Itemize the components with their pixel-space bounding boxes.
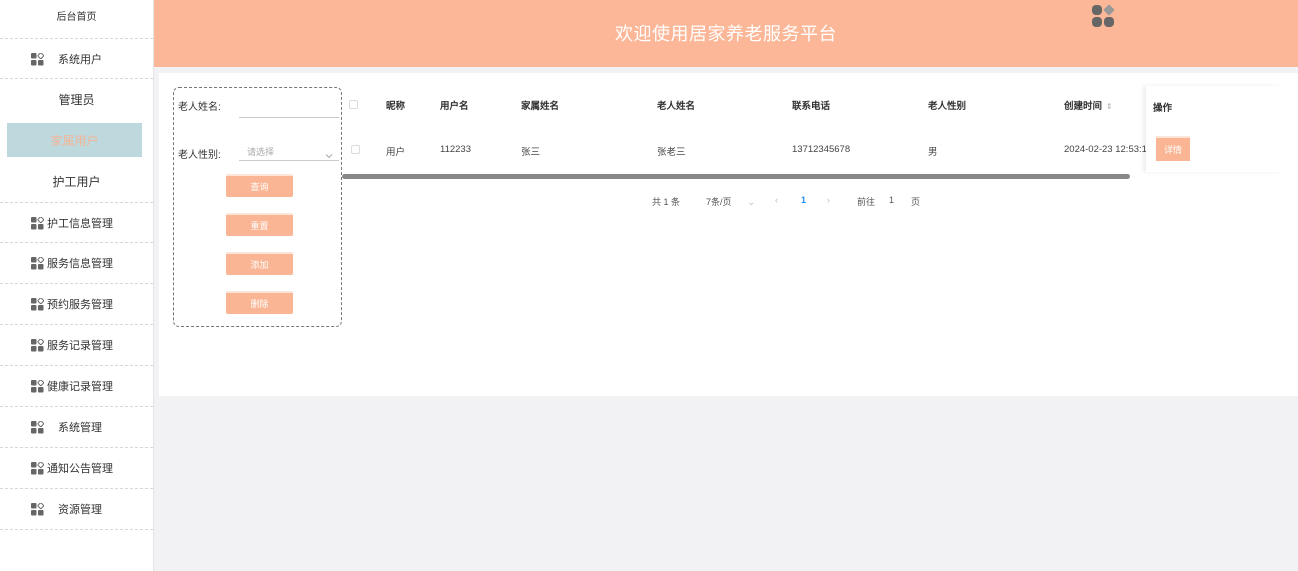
row-checkbox[interactable] <box>351 145 360 154</box>
sidebar-item-label: 护工信息管理 <box>47 217 113 230</box>
grid-icon <box>31 53 44 66</box>
col-created-label: 创建时间 <box>1064 101 1103 112</box>
operation-column: 操作 详情 <box>1146 86 1282 172</box>
sidebar-menu: 护工信息管理 服务信息管理 预约服务管理 服务记录管理 健康记录管理 系统管理通知公告管理… <box>0 202 153 530</box>
next-page-icon[interactable]: › <box>827 195 830 205</box>
grid-icon <box>31 257 44 270</box>
sidebar-item-label: 健康记录管理 <box>47 381 113 393</box>
sidebar: 后台首页 系统用户 管理员 家属用户 护工用户 护工信息管理 服务信息管理 预约服务… <box>0 0 154 571</box>
sidebar-item-5[interactable]: 系统管理 <box>0 407 153 448</box>
sidebar-item-label: 系统用户 <box>58 53 102 66</box>
cell-phone: 13712345678 <box>792 144 851 155</box>
page-size-select[interactable]: 7条/页 ⌄ <box>706 195 755 208</box>
detail-button[interactable]: 详情 <box>1156 136 1190 161</box>
sidebar-item-2[interactable]: 预约服务管理 <box>0 284 153 325</box>
sidebar-subitem-admin[interactable]: 管理员 <box>0 79 153 120</box>
sidebar-item-label: 系统管理 <box>58 422 102 434</box>
reset-button[interactable]: 重置 <box>226 213 293 236</box>
sidebar-item-label: 资源管理 <box>58 504 102 516</box>
pager-total: 共 1 条 <box>652 197 681 207</box>
goto-label: 前往 <box>857 197 876 207</box>
col-nickname: 昵称 <box>386 101 406 112</box>
cell-username: 112233 <box>440 144 471 155</box>
cell-elder-name: 张老三 <box>657 147 686 158</box>
grid-icon <box>31 421 44 434</box>
col-elder-name: 老人姓名 <box>657 101 696 112</box>
system-users-submenu: 管理员 家属用户 护工用户 <box>0 79 153 202</box>
page-unit-label: 页 <box>911 197 921 207</box>
page-size-value: 7条/页 <box>706 197 732 207</box>
cell-family-name: 张三 <box>521 147 541 158</box>
sidebar-item-7[interactable]: 资源管理 <box>0 489 153 530</box>
grid-icon <box>31 503 44 516</box>
col-created-time[interactable]: 创建时间 ⇕ <box>1064 98 1113 112</box>
cell-created: 2024-02-23 12:53:1 <box>1064 144 1147 155</box>
grid-icon <box>31 380 44 393</box>
add-button[interactable]: 添加 <box>226 252 293 275</box>
elder-gender-placeholder: 请选择 <box>247 147 275 157</box>
cell-nickname: 用户 <box>386 147 406 158</box>
page-number-current[interactable]: 1 <box>801 195 806 205</box>
grid-icon <box>31 462 44 475</box>
sidebar-item-label: 服务信息管理 <box>47 258 113 270</box>
sidebar-home-link[interactable]: 后台首页 <box>0 0 153 38</box>
sidebar-item-3[interactable]: 服务记录管理 <box>0 325 153 366</box>
sidebar-item-0[interactable]: 护工信息管理 <box>0 202 153 243</box>
sidebar-item-label: 通知公告管理 <box>47 463 113 475</box>
col-operation: 操作 <box>1153 103 1173 114</box>
app-logo-icon <box>1091 4 1115 28</box>
header-bar: 欢迎使用居家养老服务平台 <box>154 0 1298 67</box>
elder-gender-label: 老人性别: <box>178 150 221 161</box>
sidebar-item-label: 服务记录管理 <box>47 340 113 352</box>
sidebar-subitem-caregiver-users[interactable]: 护工用户 <box>0 161 153 202</box>
col-family-name: 家属姓名 <box>521 101 560 112</box>
delete-button[interactable]: 删除 <box>226 291 293 314</box>
search-panel: 老人姓名: 老人性别: 请选择 查询 重置 添加 删除 <box>173 87 342 327</box>
sort-icon[interactable]: ⇕ <box>1106 102 1113 111</box>
col-phone: 联系电话 <box>792 101 831 112</box>
page-title: 欢迎使用居家养老服务平台 <box>615 24 837 44</box>
elder-name-input[interactable] <box>239 100 339 118</box>
grid-icon <box>31 339 44 352</box>
select-all-checkbox[interactable] <box>349 100 358 109</box>
cell-gender: 男 <box>928 147 938 158</box>
sidebar-item-6[interactable]: 通知公告管理 <box>0 448 153 489</box>
sidebar-subitem-family-users[interactable]: 家属用户 <box>7 123 142 157</box>
query-button[interactable]: 查询 <box>226 174 293 197</box>
grid-icon <box>31 217 44 230</box>
col-username: 用户名 <box>440 101 469 112</box>
prev-page-icon[interactable]: ‹ <box>775 195 778 205</box>
col-elder-gender: 老人性别 <box>928 101 967 112</box>
sidebar-item-4[interactable]: 健康记录管理 <box>0 366 153 407</box>
grid-icon <box>31 298 44 311</box>
sidebar-item-system-users[interactable]: 系统用户 <box>0 38 153 79</box>
chevron-down-icon: ⌄ <box>747 197 756 207</box>
chevron-down-icon <box>325 148 333 159</box>
elder-name-label: 老人姓名: <box>178 102 221 113</box>
elder-gender-select[interactable]: 请选择 <box>239 143 339 161</box>
goto-page-input[interactable]: 1 <box>889 195 894 205</box>
sidebar-item-label: 预约服务管理 <box>47 299 113 311</box>
sidebar-item-1[interactable]: 服务信息管理 <box>0 243 153 284</box>
table-horizontal-scrollbar[interactable] <box>342 174 1130 179</box>
